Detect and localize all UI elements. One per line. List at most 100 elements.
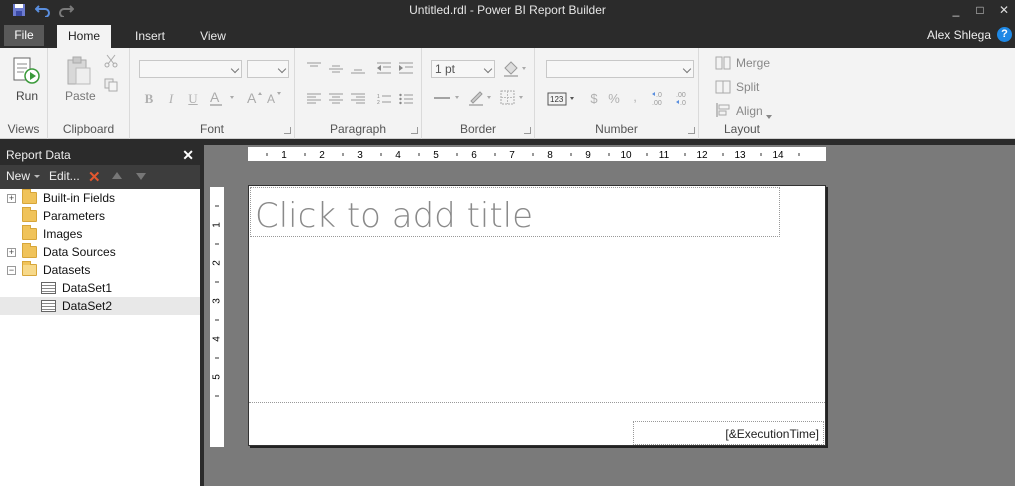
percent-button[interactable]: % [607, 91, 621, 106]
italic-button[interactable]: I [164, 91, 178, 107]
ribbon: Run Views Paste Clipboard B I U A A A Fo… [0, 48, 1015, 139]
report-page[interactable]: Click to add title [&ExecutionTime] [248, 185, 826, 446]
paragraph-dialog-launcher[interactable] [411, 127, 418, 134]
number-format-select[interactable] [546, 60, 694, 78]
minimize-button[interactable]: _ [946, 2, 966, 18]
tree-node-dataset2[interactable]: DataSet2 [0, 297, 200, 315]
help-icon[interactable]: ? [997, 27, 1012, 42]
clipboard-group-label: Clipboard [62, 122, 115, 136]
border-style-icon[interactable] [434, 91, 464, 105]
fill-color-icon[interactable] [502, 60, 530, 78]
ruler-label: 5 [433, 150, 439, 161]
report-title-placeholder: Click to add title [255, 196, 534, 236]
ruler-label: 2 [319, 150, 325, 161]
font-size-select[interactable] [247, 60, 289, 78]
svg-text:A: A [247, 90, 257, 106]
expand-icon[interactable]: + [7, 194, 16, 203]
cut-icon[interactable] [104, 54, 118, 68]
new-dropdown-icon[interactable] [34, 175, 40, 178]
tab-view[interactable]: View [190, 25, 236, 48]
paste-button[interactable]: Paste [65, 89, 96, 103]
tree-node-built-in-fields[interactable]: + Built-in Fields [0, 189, 200, 207]
dataset-icon [41, 282, 56, 294]
tree-node-datasets[interactable]: − Datasets [0, 261, 200, 279]
currency-button[interactable]: $ [588, 91, 600, 106]
report-title-textbox[interactable]: Click to add title [250, 187, 780, 237]
align-right-icon[interactable] [351, 93, 365, 105]
move-down-icon[interactable] [136, 173, 146, 180]
increase-indent-icon[interactable] [399, 62, 413, 74]
shrink-font-icon[interactable]: A [266, 89, 284, 107]
views-group: Run Views [0, 48, 48, 139]
expand-icon[interactable]: + [7, 248, 16, 257]
align-left-icon[interactable] [307, 93, 321, 105]
report-data-toolbar: New Edit... ✕ [0, 165, 200, 189]
border-dialog-launcher[interactable] [524, 127, 531, 134]
borders-icon[interactable] [500, 90, 528, 106]
border-color-icon[interactable] [468, 89, 496, 107]
split-icon[interactable] [715, 80, 731, 94]
tab-file[interactable]: File [4, 25, 44, 46]
close-button[interactable]: ✕ [994, 2, 1014, 18]
align-center-icon[interactable] [329, 93, 343, 105]
ruler-label: 9 [585, 150, 591, 161]
underline-button[interactable]: U [186, 91, 200, 107]
align-button[interactable]: Align [736, 104, 763, 118]
copy-icon[interactable] [104, 78, 118, 92]
run-icon[interactable] [12, 56, 40, 86]
align-top-icon[interactable] [307, 62, 321, 74]
collapse-icon[interactable]: − [7, 266, 16, 275]
edit-button[interactable]: Edit... [49, 169, 80, 183]
views-group-label: Views [7, 122, 40, 136]
number-dialog-launcher[interactable] [688, 127, 695, 134]
increase-decimal-icon[interactable]: .0.00 [651, 90, 671, 107]
svg-text:.0: .0 [656, 92, 662, 99]
move-up-icon[interactable] [112, 172, 122, 179]
tree-node-data-sources[interactable]: + Data Sources [0, 243, 200, 261]
tree-node-label: Images [43, 227, 83, 241]
numbered-list-icon[interactable]: 12 [377, 93, 391, 106]
folder-icon [22, 189, 37, 204]
merge-button[interactable]: Merge [736, 56, 770, 70]
decrease-decimal-icon[interactable]: .00.0 [675, 90, 695, 107]
bold-button[interactable]: B [142, 91, 156, 107]
svg-text:A: A [267, 92, 275, 106]
font-dialog-launcher[interactable] [284, 127, 291, 134]
split-button[interactable]: Split [736, 80, 759, 94]
run-button[interactable]: Run [16, 89, 38, 103]
execution-time-textbox[interactable]: [&ExecutionTime] [633, 421, 824, 445]
report-design-surface[interactable]: 1 2 3 4 5 6 7 8 9 10 11 12 13 14 12345 Click to add t… [204, 145, 1015, 486]
page-footer-boundary [249, 402, 825, 403]
border-width-select[interactable]: 1 pt [431, 60, 495, 78]
paste-icon[interactable] [66, 56, 92, 86]
grow-font-icon[interactable]: A [246, 89, 264, 107]
comma-button[interactable]: , [630, 89, 640, 104]
maximize-button[interactable]: □ [970, 2, 990, 18]
new-menu-button[interactable]: New [6, 169, 30, 183]
user-name[interactable]: Alex Shlega [927, 28, 991, 42]
clipboard-group: Paste Clipboard [48, 48, 130, 139]
font-color-icon[interactable]: A [208, 89, 238, 107]
title-bar: Untitled.rdl - Power BI Report Builder _… [0, 0, 1015, 22]
border-group: 1 pt Border [422, 48, 535, 139]
delete-icon[interactable]: ✕ [88, 168, 101, 186]
tab-insert[interactable]: Insert [124, 25, 176, 48]
align-bottom-icon[interactable] [351, 62, 365, 74]
ruler-label: 11 [659, 150, 670, 161]
align-dropdown-icon[interactable] [766, 108, 772, 119]
align-icon[interactable] [715, 103, 731, 117]
close-panel-icon[interactable]: ✕ [182, 145, 194, 165]
svg-text:A: A [210, 89, 220, 105]
tree-node-parameters[interactable]: Parameters [0, 207, 200, 225]
window-title: Untitled.rdl - Power BI Report Builder [409, 3, 606, 17]
bullet-list-icon[interactable] [399, 93, 413, 105]
font-family-select[interactable] [139, 60, 242, 78]
tab-home[interactable]: Home [57, 25, 111, 48]
align-middle-icon[interactable] [329, 62, 343, 74]
tree-node-dataset1[interactable]: DataSet1 [0, 279, 200, 297]
decrease-indent-icon[interactable] [377, 62, 391, 74]
ruler-label: 3 [357, 150, 363, 161]
placeholder-format-icon[interactable]: 123 [547, 91, 577, 107]
merge-icon[interactable] [715, 56, 731, 70]
tree-node-images[interactable]: Images [0, 225, 200, 243]
